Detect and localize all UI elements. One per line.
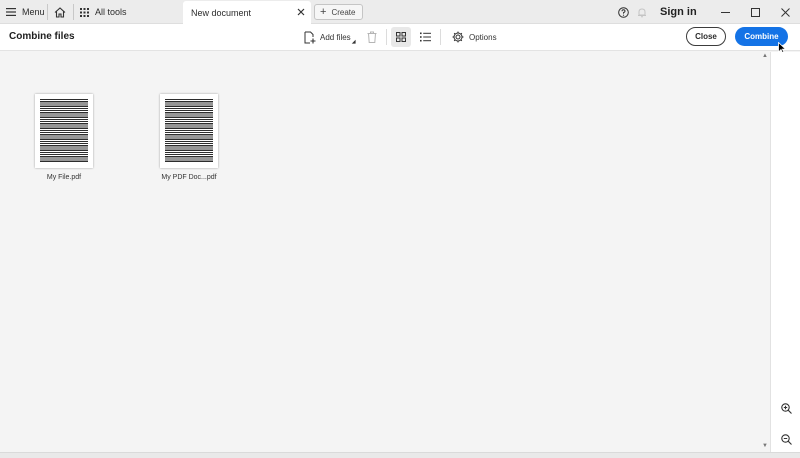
minimize-icon	[720, 11, 730, 13]
apps-grid-icon	[80, 7, 89, 17]
menu-label: Menu	[22, 7, 45, 17]
plus-icon: +	[320, 5, 327, 18]
bottom-bar	[0, 452, 800, 458]
list-view-icon	[419, 32, 431, 42]
chevron-down-icon: ◢	[351, 39, 356, 45]
create-label: Create	[331, 7, 356, 17]
notifications-button[interactable]	[636, 0, 648, 24]
tab-label: New document	[191, 7, 252, 18]
create-button[interactable]: + Create	[314, 4, 364, 20]
home-button[interactable]	[52, 0, 68, 24]
add-file-icon	[304, 31, 316, 43]
right-panel	[770, 52, 800, 452]
add-files-button[interactable]: Add files ◢	[304, 24, 356, 50]
sign-in-button[interactable]: Sign in	[660, 0, 697, 24]
gear-icon	[452, 31, 464, 43]
grid-view-button[interactable]	[391, 27, 411, 47]
file-name: My File.pdf	[46, 174, 82, 181]
scrollbar[interactable]	[760, 52, 769, 452]
minimize-button[interactable]	[710, 0, 740, 24]
close-icon[interactable]	[295, 6, 307, 18]
hamburger-icon	[6, 8, 16, 16]
delete-button[interactable]	[366, 24, 378, 50]
menu-button[interactable]: Menu	[6, 0, 45, 24]
page-title: Combine files	[9, 31, 75, 42]
close-button[interactable]: Close	[686, 27, 726, 46]
files-area: My File.pdf My PDF Doc...pdf	[0, 52, 770, 452]
add-files-label: Add files	[320, 32, 351, 42]
help-button[interactable]	[616, 0, 630, 24]
maximize-button[interactable]	[740, 0, 770, 24]
scroll-down-icon[interactable]: ▼	[762, 443, 768, 449]
divider	[386, 29, 387, 45]
help-icon	[617, 6, 629, 18]
home-icon	[54, 6, 66, 18]
all-tools-button[interactable]: All tools	[80, 0, 127, 24]
maximize-icon	[750, 7, 760, 17]
file-item[interactable]: My File.pdf	[29, 94, 99, 181]
list-view-button[interactable]	[418, 24, 432, 50]
scroll-up-icon[interactable]: ▲	[762, 53, 768, 59]
close-icon	[780, 7, 790, 17]
zoom-out-button[interactable]	[779, 432, 793, 446]
title-bar: Menu All tools New document + Create Sig…	[0, 0, 800, 24]
divider	[440, 29, 441, 45]
zoom-in-button[interactable]	[779, 401, 793, 415]
bell-icon	[638, 7, 646, 17]
window-close-button[interactable]	[770, 0, 800, 24]
file-item[interactable]: My PDF Doc...pdf	[154, 94, 224, 181]
trash-icon	[367, 31, 377, 43]
divider	[47, 4, 48, 20]
options-label: Options	[469, 32, 497, 42]
zoom-in-icon	[780, 402, 792, 414]
file-thumbnail[interactable]	[35, 94, 93, 168]
grid-view-icon	[396, 32, 406, 42]
divider	[73, 4, 74, 20]
options-button[interactable]: Options	[452, 24, 497, 50]
all-tools-label: All tools	[95, 7, 127, 17]
file-thumbnail[interactable]	[160, 94, 218, 168]
zoom-out-icon	[780, 433, 792, 445]
combine-toolbar: Combine files Add files ◢ Options Close …	[0, 24, 800, 51]
file-name: My PDF Doc...pdf	[161, 174, 217, 181]
tab-new-document[interactable]: New document	[183, 1, 311, 24]
